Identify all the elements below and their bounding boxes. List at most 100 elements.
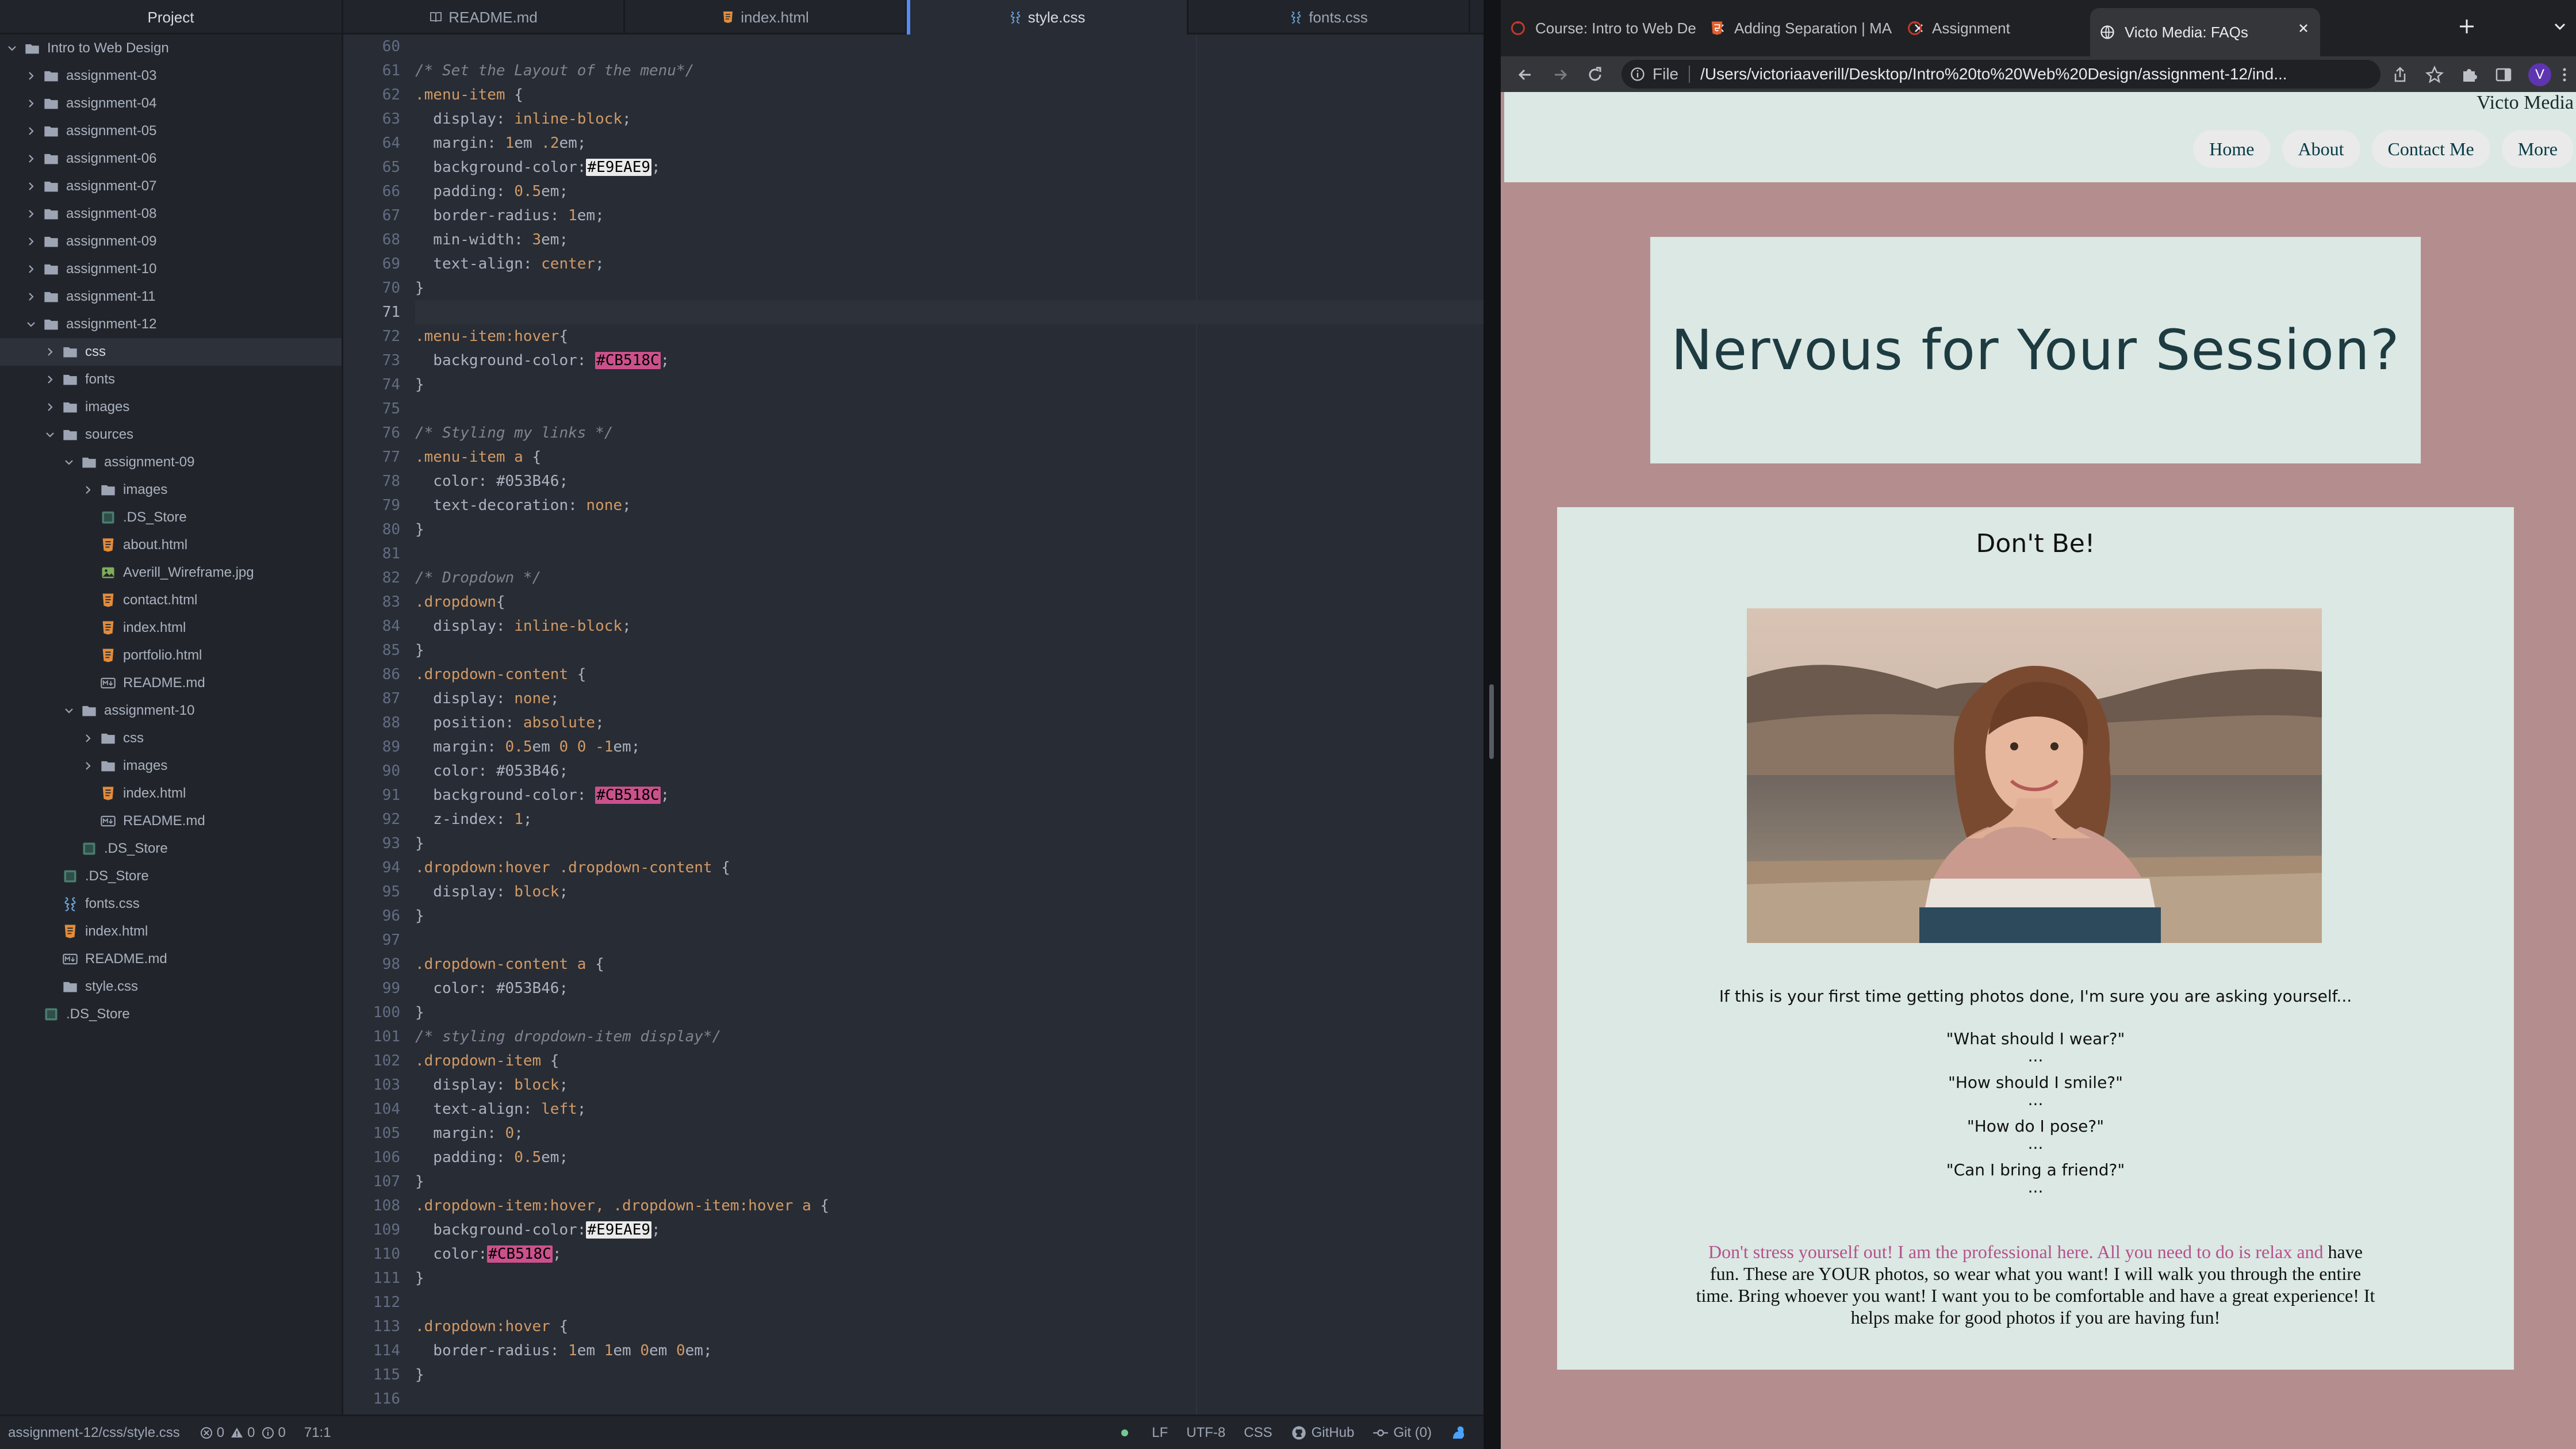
bookmark-star-icon[interactable]: [2425, 66, 2444, 84]
grammar-selector[interactable]: CSS: [1244, 1425, 1272, 1441]
chevron-right-icon[interactable]: [25, 208, 37, 220]
github-button[interactable]: GitHub: [1291, 1425, 1354, 1441]
code-line[interactable]: .menu-item a {: [415, 445, 1483, 469]
editor-tab-readme-md[interactable]: README.md: [343, 0, 625, 34]
tree-file[interactable]: contact.html: [0, 586, 342, 614]
code-line[interactable]: }: [415, 638, 1483, 662]
tree-folder[interactable]: assignment-10: [0, 255, 342, 283]
code-line[interactable]: display: none;: [415, 687, 1483, 711]
chevron-right-icon[interactable]: [25, 70, 37, 82]
code-line[interactable]: .dropdown:hover .dropdown-content {: [415, 856, 1483, 880]
tree-file[interactable]: README.md: [0, 807, 342, 835]
code-line[interactable]: border-radius: 1em 1em 0em 0em;: [415, 1339, 1483, 1363]
chevron-down-icon[interactable]: [63, 704, 75, 717]
tree-file[interactable]: README.md: [0, 669, 342, 697]
pane-splitter[interactable]: [1483, 0, 1501, 1449]
code-line[interactable]: .dropdown-item:hover, .dropdown-item:hov…: [415, 1194, 1483, 1218]
code-line[interactable]: [415, 300, 1483, 324]
code-line[interactable]: background-color:#E9EAE9;: [415, 155, 1483, 179]
chevron-right-icon[interactable]: [82, 484, 94, 496]
code-line[interactable]: [415, 397, 1483, 421]
chevron-right-icon[interactable]: [44, 401, 56, 413]
code-line[interactable]: }: [415, 831, 1483, 856]
chevron-right-icon[interactable]: [25, 290, 37, 303]
line-ending-selector[interactable]: LF: [1152, 1425, 1168, 1441]
menu-item-about[interactable]: About: [2282, 130, 2360, 168]
chevron-right-icon[interactable]: [25, 125, 37, 137]
splitter-grip[interactable]: [1489, 684, 1494, 759]
file-path[interactable]: assignment-12/css/style.css: [8, 1425, 180, 1441]
tree-folder[interactable]: assignment-09: [0, 228, 342, 255]
code-line[interactable]: [415, 1387, 1483, 1411]
share-icon[interactable]: [2391, 66, 2409, 84]
tree-folder[interactable]: assignment-05: [0, 117, 342, 145]
tree-file[interactable]: .DS_Store: [0, 862, 342, 890]
chevron-down-icon[interactable]: [63, 456, 75, 469]
tree-file[interactable]: index.html: [0, 614, 342, 642]
side-panel-icon[interactable]: [2494, 66, 2513, 84]
menu-item-home[interactable]: Home: [2193, 130, 2271, 168]
chevron-down-icon[interactable]: [25, 318, 37, 331]
tree-folder[interactable]: style.css: [0, 973, 342, 1000]
tree-file[interactable]: fonts.css: [0, 890, 342, 918]
code-line[interactable]: color:#CB518C;: [415, 1242, 1483, 1266]
tree-folder[interactable]: images: [0, 476, 342, 504]
tree-folder[interactable]: fonts: [0, 366, 342, 393]
tree-file[interactable]: .DS_Store: [0, 504, 342, 531]
code-line[interactable]: }: [415, 1266, 1483, 1290]
tree-file[interactable]: Averill_Wireframe.jpg: [0, 559, 342, 586]
tree-folder[interactable]: css: [0, 338, 342, 366]
code-line[interactable]: /* styling dropdown-item display*/: [415, 1025, 1483, 1049]
code-line[interactable]: /* Set the Layout of the menu*/: [415, 59, 1483, 83]
project-root[interactable]: Intro to Web Design: [0, 34, 342, 62]
git-button[interactable]: Git (0): [1373, 1425, 1432, 1441]
tree-file[interactable]: index.html: [0, 918, 342, 945]
extensions-puzzle-icon[interactable]: [2460, 66, 2478, 84]
tab-search-chevron-icon[interactable]: [2551, 17, 2569, 36]
code-line[interactable]: margin: 0;: [415, 1121, 1483, 1145]
kebab-menu-icon[interactable]: [2559, 66, 2570, 84]
code-line[interactable]: }: [415, 373, 1483, 397]
code-line[interactable]: [415, 542, 1483, 566]
code-line[interactable]: .menu-item:hover{: [415, 324, 1483, 348]
editor-tab-index-html[interactable]: index.html: [625, 0, 907, 34]
chevron-down-icon[interactable]: [6, 42, 18, 55]
code-editor[interactable]: README.md index.html style.css fonts.css 60…: [343, 0, 1483, 1414]
code-line[interactable]: background-color: #CB518C;: [415, 348, 1483, 373]
code-line[interactable]: .menu-item {: [415, 83, 1483, 107]
code-line[interactable]: .dropdown-item {: [415, 1049, 1483, 1073]
code-line[interactable]: border-radius: 1em;: [415, 204, 1483, 228]
chevron-right-icon[interactable]: [82, 732, 94, 745]
code-line[interactable]: background-color:#E9EAE9;: [415, 1218, 1483, 1242]
tree-file[interactable]: .DS_Store: [0, 1000, 342, 1028]
code-line[interactable]: display: block;: [415, 1073, 1483, 1097]
tree-folder[interactable]: sources: [0, 421, 342, 448]
code-line[interactable]: position: absolute;: [415, 711, 1483, 735]
back-arrow-icon[interactable]: [1516, 66, 1534, 84]
code-line[interactable]: z-index: 1;: [415, 807, 1483, 831]
code-line[interactable]: text-decoration: none;: [415, 493, 1483, 518]
code-line[interactable]: /* Styling my links */: [415, 421, 1483, 445]
code-line[interactable]: }: [415, 1363, 1483, 1387]
code-line[interactable]: display: inline-block;: [415, 107, 1483, 131]
code-line[interactable]: margin: 1em .2em;: [415, 131, 1483, 155]
tree-file[interactable]: about.html: [0, 531, 342, 559]
code-line[interactable]: text-align: center;: [415, 252, 1483, 276]
menu-item-more[interactable]: More: [2501, 130, 2574, 168]
tree-folder[interactable]: assignment-09: [0, 448, 342, 476]
forward-arrow-icon[interactable]: [1551, 66, 1570, 84]
tree-folder[interactable]: assignment-07: [0, 172, 342, 200]
chevron-right-icon[interactable]: [25, 152, 37, 165]
editor-tab-fonts-css[interactable]: fonts.css: [1189, 0, 1470, 34]
code-line[interactable]: }: [415, 276, 1483, 300]
code-line[interactable]: text-align: left;: [415, 1097, 1483, 1121]
code-line[interactable]: .dropdown-content a {: [415, 952, 1483, 976]
editor-tab-style-css[interactable]: style.css: [907, 0, 1189, 34]
browser-tab[interactable]: Victo Media: FAQs: [2090, 8, 2320, 56]
profile-avatar[interactable]: V: [2528, 63, 2551, 86]
code-line[interactable]: [415, 34, 1483, 59]
code-line[interactable]: padding: 0.5em;: [415, 179, 1483, 204]
url-text[interactable]: /Users/victoriaaverill/Desktop/Intro%20t…: [1700, 65, 2287, 83]
code-line[interactable]: .dropdown-content {: [415, 662, 1483, 687]
code-area[interactable]: /* Set the Layout of the menu*/ .menu-ite…: [415, 34, 1483, 1411]
